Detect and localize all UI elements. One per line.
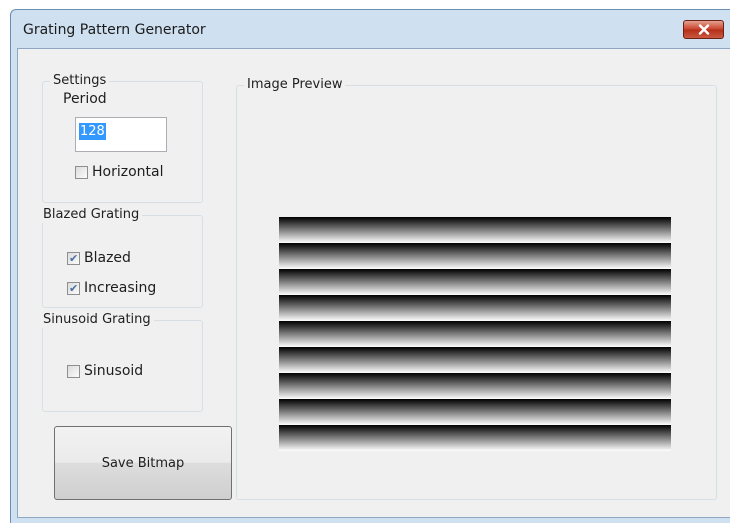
- period-input[interactable]: 128: [75, 117, 167, 152]
- checkmark-icon: ✔: [69, 251, 79, 265]
- window-title: Grating Pattern Generator: [23, 22, 206, 38]
- image-preview-group-label: Image Preview: [244, 77, 346, 93]
- increasing-checkbox-row[interactable]: ✔ Increasing: [67, 280, 156, 296]
- sinusoid-grating-group-label: Sinusoid Grating: [40, 312, 154, 328]
- horizontal-checkbox[interactable]: [75, 165, 88, 179]
- period-input-value: 128: [79, 123, 106, 140]
- close-button[interactable]: [683, 20, 724, 39]
- title-bar[interactable]: Grating Pattern Generator: [11, 10, 730, 48]
- increasing-label: Increasing: [84, 280, 157, 296]
- blazed-checkbox-row[interactable]: ✔ Blazed: [67, 250, 131, 266]
- period-label: Period: [63, 91, 107, 107]
- client-area: Settings Period 128 Horizontal Blazed Gr…: [17, 48, 730, 518]
- increasing-checkbox[interactable]: ✔: [67, 281, 80, 295]
- horizontal-label: Horizontal: [92, 164, 164, 180]
- checkmark-icon: ✔: [69, 281, 79, 295]
- blazed-grating-group-label: Blazed Grating: [40, 207, 143, 223]
- settings-group: Settings Period 128 Horizontal: [42, 73, 203, 203]
- blazed-checkbox[interactable]: ✔: [67, 251, 80, 265]
- close-icon: [698, 24, 709, 35]
- blazed-label: Blazed: [84, 250, 131, 266]
- grating-preview-image: [279, 217, 671, 451]
- image-preview-group: Image Preview: [236, 77, 717, 500]
- blazed-grating-group: Blazed Grating ✔ Blazed ✔ Increasing: [40, 207, 203, 308]
- app-window: Grating Pattern Generator Settings Perio…: [10, 9, 730, 523]
- horizontal-checkbox-row[interactable]: Horizontal: [75, 164, 163, 180]
- sinusoid-grating-group: Sinusoid Grating Sinusoid: [40, 312, 203, 412]
- save-bitmap-button[interactable]: Save Bitmap: [54, 426, 232, 500]
- sinusoid-checkbox[interactable]: [67, 364, 80, 378]
- sinusoid-checkbox-row[interactable]: Sinusoid: [67, 363, 143, 379]
- sinusoid-label: Sinusoid: [84, 363, 144, 379]
- settings-group-label: Settings: [50, 73, 110, 89]
